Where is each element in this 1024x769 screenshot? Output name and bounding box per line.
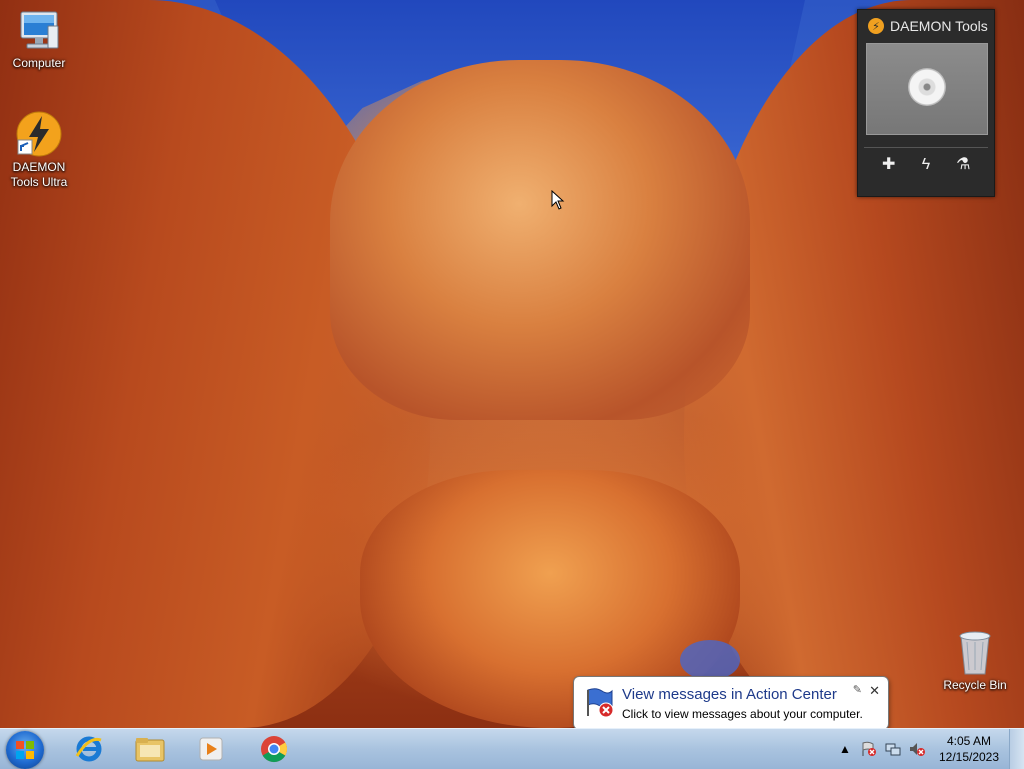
mouse-cursor-icon bbox=[551, 190, 565, 210]
wallpaper-butte bbox=[330, 60, 750, 420]
taskbar-app-media-player[interactable] bbox=[194, 732, 228, 766]
desktop-icon-label: DAEMON Tools Ultra bbox=[10, 160, 68, 189]
system-tray: ▲ bbox=[833, 729, 929, 769]
close-icon[interactable]: ✕ bbox=[869, 683, 880, 699]
start-button[interactable] bbox=[6, 731, 44, 769]
clock-time: 4:05 AM bbox=[946, 734, 992, 748]
desktop-icon-daemon-tools-ultra[interactable]: DAEMON Tools Ultra bbox=[0, 110, 78, 190]
taskbar-app-windows-explorer[interactable] bbox=[133, 732, 167, 766]
clock-date: 12/15/2023 bbox=[938, 750, 1000, 764]
desktop-icon-label: Computer bbox=[12, 56, 66, 70]
network-icon[interactable] bbox=[885, 741, 901, 757]
gadget-toolbar: ✚ ϟ ⚗ bbox=[858, 154, 994, 176]
computer-icon bbox=[20, 11, 59, 49]
daemon-logo-icon: ⚡ bbox=[868, 18, 884, 34]
chrome-icon bbox=[261, 736, 288, 763]
gadget-divider bbox=[864, 147, 988, 148]
disc-icon bbox=[908, 68, 946, 106]
show-desktop-button[interactable] bbox=[1009, 729, 1024, 769]
recycle-bin-icon bbox=[959, 631, 991, 675]
virtual-drive-slot[interactable] bbox=[866, 43, 988, 135]
taskbar-app-internet-explorer[interactable] bbox=[72, 732, 106, 766]
media-player-icon bbox=[199, 737, 223, 761]
windows-logo-icon bbox=[16, 741, 34, 759]
burn-icon[interactable]: ⚗ bbox=[952, 154, 974, 176]
action-center-flag-icon bbox=[587, 688, 614, 718]
action-center-notification[interactable]: View messages in Action Center Click to … bbox=[573, 676, 889, 728]
desktop-icon-recycle-bin[interactable]: Recycle Bin bbox=[936, 630, 1014, 693]
volume-muted-icon[interactable] bbox=[909, 741, 925, 757]
notification-body: Click to view messages about your comput… bbox=[622, 707, 863, 721]
desktop-wallpaper: Computer DAEMON Tools Ultra Recycle Bin … bbox=[0, 0, 1024, 728]
notification-title: View messages in Action Center bbox=[622, 686, 837, 703]
ie-icon bbox=[75, 736, 102, 762]
wallpaper-puddle bbox=[680, 640, 740, 680]
lightning-icon[interactable]: ϟ bbox=[915, 154, 937, 176]
plus-icon[interactable]: ✚ bbox=[878, 154, 900, 176]
taskbar: ▲ 4:05 AM 12/15/2023 bbox=[0, 728, 1024, 769]
action-center-tray-icon[interactable] bbox=[861, 741, 877, 757]
show-hidden-icons-icon[interactable]: ▲ bbox=[837, 741, 853, 757]
daemon-tools-gadget: ⚡ DAEMON Tools ✚ ϟ ⚗ bbox=[857, 9, 995, 197]
gadget-title: DAEMON Tools bbox=[890, 18, 988, 34]
desktop-icon-label: Recycle Bin bbox=[943, 678, 1007, 692]
taskbar-app-chrome[interactable] bbox=[257, 732, 291, 766]
gadget-header: ⚡ DAEMON Tools bbox=[858, 10, 994, 42]
folder-icon bbox=[135, 738, 165, 762]
desktop-icon-computer[interactable]: Computer bbox=[0, 8, 78, 71]
daemon-tools-icon bbox=[16, 111, 62, 157]
pin-icon[interactable]: ✎ bbox=[853, 683, 862, 696]
taskbar-clock[interactable]: 4:05 AM 12/15/2023 bbox=[934, 733, 1004, 765]
